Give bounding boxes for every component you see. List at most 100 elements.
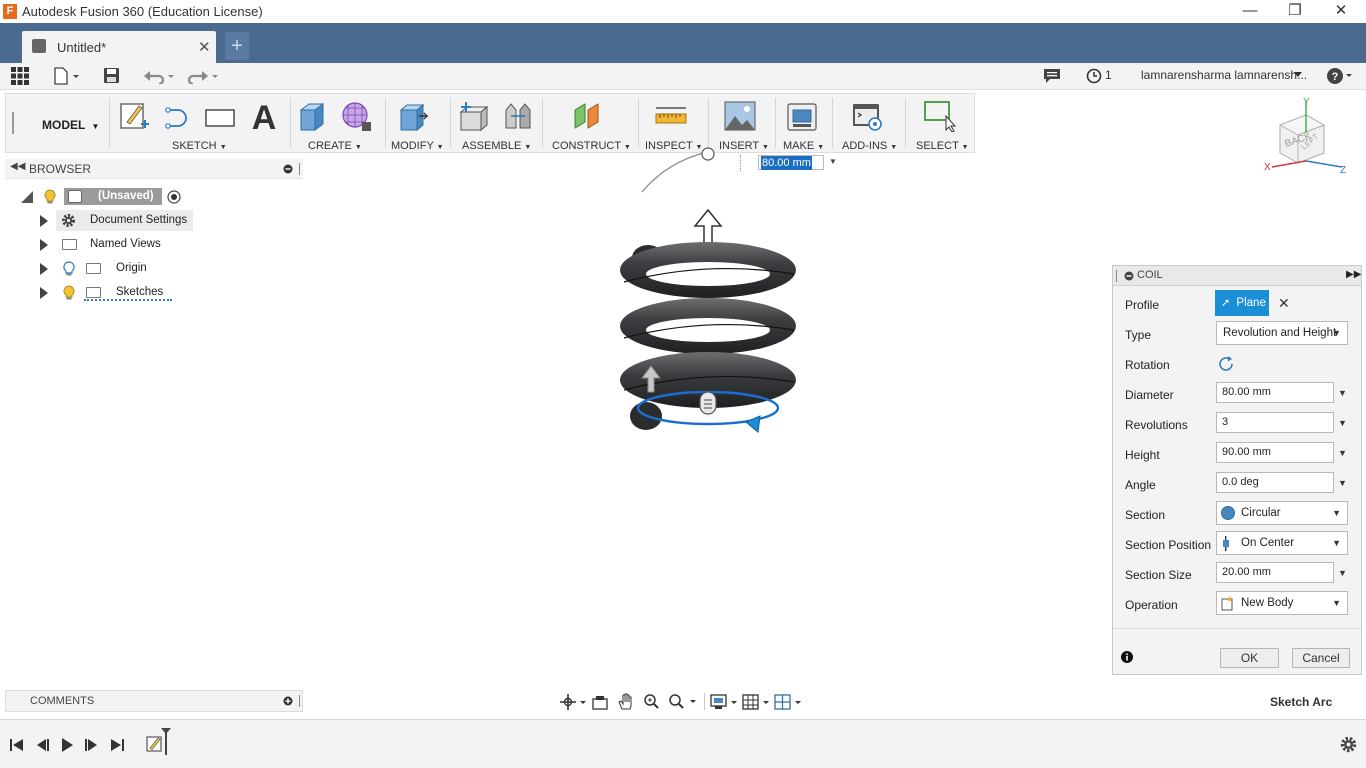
document-tab[interactable]: Untitled* ✕ [22,31,216,63]
clear-selection-icon[interactable]: ✕ [1278,295,1290,312]
maximize-button[interactable]: ❐ [1272,0,1318,23]
height-dropdown-icon[interactable]: ▼ [1338,448,1347,458]
offset-plane-icon[interactable] [572,100,604,132]
browser-item-named-views[interactable]: Named Views [38,234,178,256]
help-icon[interactable]: ? [1326,67,1354,85]
profile-selection-button[interactable]: ➚ Plane [1215,290,1269,316]
panel-grip[interactable] [299,695,301,707]
visibility-bulb-off-icon[interactable] [63,261,75,276]
document-tab-close-icon[interactable]: ✕ [198,38,211,56]
go-to-start-icon[interactable] [9,737,25,753]
create-sketch-icon[interactable] [119,100,151,132]
expand-arrow-icon[interactable] [40,239,48,251]
revolutions-input[interactable]: 3 [1216,412,1334,433]
browser-panel-header[interactable]: ◀◀ BROWSER [5,159,303,179]
user-account-menu[interactable]: lamnarensharma lamnarensh... [1141,68,1307,82]
root-collapse-icon[interactable] [20,190,34,204]
new-component-icon[interactable] [458,100,490,132]
step-back-icon[interactable] [34,737,50,753]
diameter-dropdown-icon[interactable]: ▼ [1338,388,1347,398]
timeline-marker-icon[interactable] [160,728,172,756]
job-status-clock-icon[interactable] [1086,68,1102,84]
rectangle-tool-icon[interactable] [204,100,236,132]
ok-button[interactable]: OK [1220,648,1279,668]
angle-dropdown-icon[interactable]: ▼ [1338,478,1347,488]
insert-image-icon[interactable] [724,100,756,132]
diameter-input[interactable]: 80.00 mm [1216,382,1334,403]
new-tab-button[interactable]: + [225,32,249,60]
type-dropdown[interactable]: Revolution and Height ▼ [1216,321,1348,345]
zoom-icon[interactable] [643,693,659,710]
orbit-icon[interactable] [560,694,586,710]
section-position-dropdown[interactable]: On Center ▼ [1216,531,1348,555]
expand-arrow-icon[interactable] [40,263,48,275]
go-to-end-icon[interactable] [109,737,125,753]
operation-dropdown[interactable]: New Body ▼ [1216,591,1348,615]
coil-model-viewport[interactable] [600,140,840,440]
press-pull-icon[interactable] [397,100,429,132]
assemble-menu[interactable]: ASSEMBLE ▼ [462,140,531,152]
sketch-menu[interactable]: SKETCH ▼ [172,140,227,152]
height-input[interactable]: 90.00 mm [1216,442,1334,463]
browser-item-origin[interactable]: Origin [38,258,168,280]
browser-item-document-settings[interactable]: Document Settings [38,210,193,232]
grid-settings-icon[interactable] [742,694,770,710]
play-icon[interactable] [59,737,75,753]
scripts-addins-icon[interactable] [851,100,883,132]
step-forward-icon[interactable] [84,737,100,753]
look-at-icon[interactable] [592,694,608,710]
add-ins-menu[interactable]: ADD-INS ▼ [842,140,897,152]
comments-panel[interactable]: COMMENTS [5,690,303,712]
fit-zoom-icon[interactable] [668,693,696,710]
browser-root-node[interactable]: (Unsaved) [20,186,190,208]
viewcube[interactable]: BACK LEFT Y Z X [1262,95,1352,180]
diameter-dimension-input[interactable]: 80.00 mm [758,155,824,170]
expand-arrow-icon[interactable] [40,215,48,227]
text-tool-icon[interactable]: A [248,100,280,132]
cancel-button[interactable]: Cancel [1292,648,1350,668]
dimension-dropdown-icon[interactable]: ▼ [829,157,837,166]
data-panel-grid-icon[interactable] [11,67,29,85]
user-menu-chevron-icon[interactable] [1294,72,1302,78]
close-button[interactable]: ✕ [1318,0,1364,23]
minimize-button[interactable]: — [1227,0,1273,23]
extrude-icon[interactable] [297,100,329,132]
revolutions-dropdown-icon[interactable]: ▼ [1338,418,1347,428]
root-visibility-bulb-icon[interactable] [44,189,56,204]
joint-icon[interactable] [502,100,534,132]
panel-grip[interactable] [299,163,301,175]
section-size-dropdown-icon[interactable]: ▼ [1338,568,1347,578]
dialog-grip[interactable] [1116,270,1118,282]
create-menu[interactable]: CREATE ▼ [308,140,362,152]
modify-menu[interactable]: MODIFY ▼ [391,140,444,152]
viewports-icon[interactable] [774,694,802,710]
redo-icon[interactable] [187,68,219,84]
undo-icon[interactable] [143,68,175,84]
activate-component-radio-icon[interactable] [167,190,181,204]
pan-hand-icon[interactable] [618,693,634,710]
rotation-toggle-icon[interactable] [1217,355,1235,373]
collapse-browser-icon[interactable]: ◀◀ [10,161,25,172]
section-size-input[interactable]: 20.00 mm [1216,562,1334,583]
comment-icon[interactable] [1043,68,1061,84]
browser-minimize-icon[interactable] [283,164,293,174]
select-menu[interactable]: SELECT ▼ [916,140,969,152]
expand-arrow-icon[interactable] [40,287,48,299]
display-settings-icon[interactable] [710,694,738,710]
create-form-icon[interactable] [340,100,372,132]
dialog-expand-icon[interactable]: ▶▶ [1346,269,1361,280]
angle-input[interactable]: 0.0 deg [1216,472,1334,493]
dialog-collapse-icon[interactable] [1124,271,1134,281]
info-icon[interactable] [1121,651,1133,663]
select-tool-icon[interactable] [924,100,956,132]
line-tool-icon[interactable] [162,100,194,132]
timeline-settings-gear-icon[interactable] [1340,736,1357,753]
coil-dialog-header[interactable]: COIL ▶▶ [1113,266,1361,286]
toolbar-grip[interactable] [12,112,14,134]
add-comment-icon[interactable] [283,696,293,706]
save-icon[interactable] [103,67,120,84]
measure-icon[interactable] [655,100,687,132]
browser-item-sketches[interactable]: Sketches [38,282,178,304]
file-menu-icon[interactable] [53,67,81,85]
section-dropdown[interactable]: Circular ▼ [1216,501,1348,525]
